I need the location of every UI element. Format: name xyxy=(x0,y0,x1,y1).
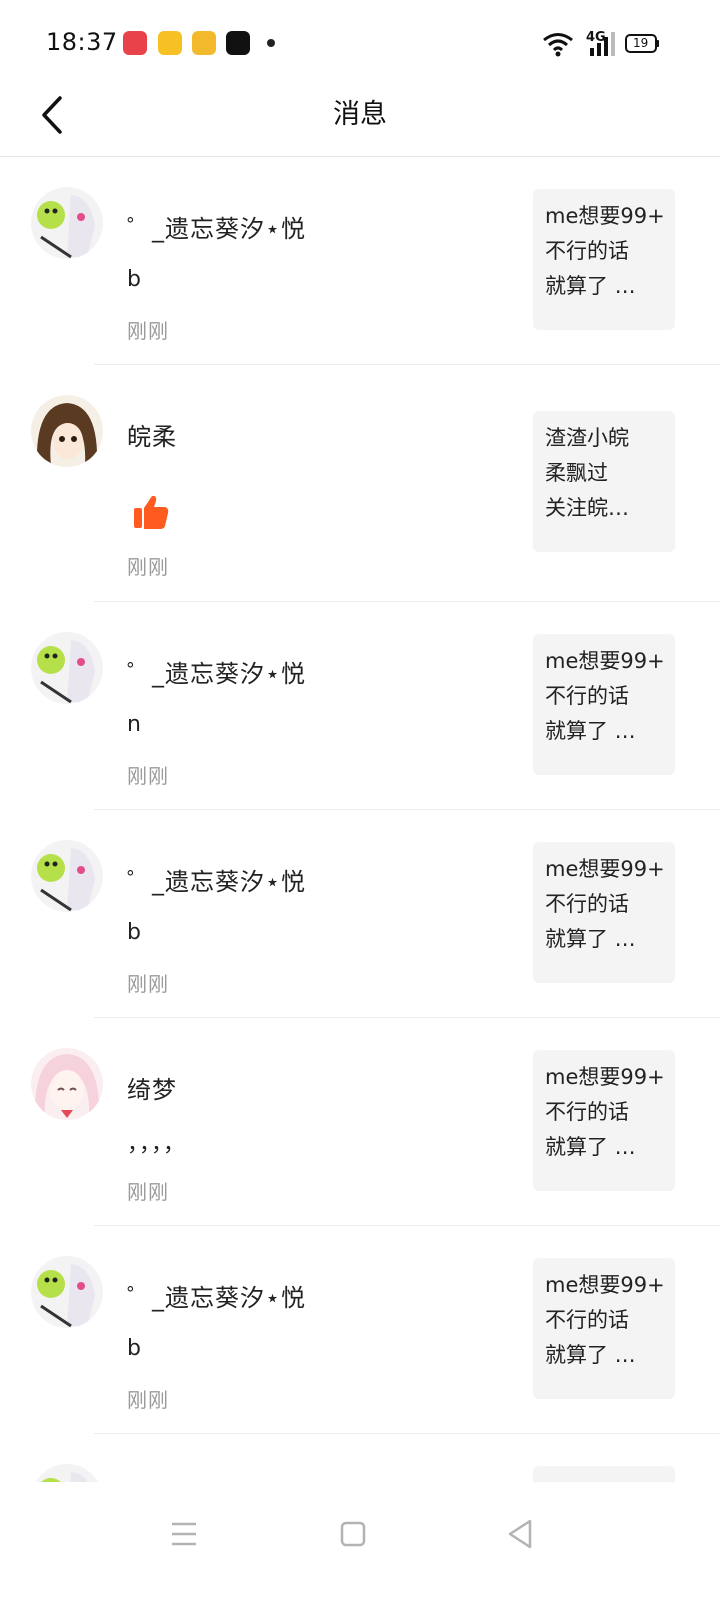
message-time: 刚刚 xyxy=(127,764,169,788)
message-text: b xyxy=(127,1336,142,1361)
preview-line: 渣渣小皖 xyxy=(545,426,629,450)
preview-line: me想要99+ xyxy=(545,204,665,228)
header-bar: 消息 xyxy=(0,86,720,157)
message-time: 刚刚 xyxy=(127,1180,169,1204)
anime-avatar-icon xyxy=(31,187,103,259)
preview-line: 就算了 … xyxy=(545,927,636,951)
preview-line: 柔飘过 xyxy=(545,461,608,485)
message-list[interactable]: ゜_遗忘葵汐⋆悦 b 刚刚 me想要99+ 不行的话 就算了 … 皖柔 刚刚 渣… xyxy=(0,157,720,1482)
preview-line: me想要99+ xyxy=(545,857,665,881)
anime-avatar-icon xyxy=(31,840,103,912)
avatar[interactable] xyxy=(31,187,103,259)
preview-line: 就算了 … xyxy=(545,274,636,298)
status-bar: 18:37 4G 19 xyxy=(0,0,720,86)
avatar[interactable] xyxy=(31,395,103,467)
message-text: n xyxy=(127,712,142,737)
post-preview[interactable]: me想要99+ 不行的话 就算了 … xyxy=(533,634,675,775)
app-notification-icon-1 xyxy=(123,31,147,55)
sender-name: ゜_遗忘葵汐⋆悦 xyxy=(127,660,307,688)
menu-icon[interactable] xyxy=(156,1506,212,1562)
post-preview[interactable]: 渣渣小皖 柔飘过 关注皖… xyxy=(533,411,675,552)
preview-line: 就算了 … xyxy=(545,1343,636,1367)
preview-line: me想要99+ xyxy=(545,649,665,673)
sender-name: ゜_遗忘葵汐⋆悦 xyxy=(127,1284,307,1312)
avatar[interactable] xyxy=(31,632,103,704)
preview-line: 不行的话 xyxy=(545,684,629,708)
post-preview[interactable]: me想要99+ 不行的话 就算了 … xyxy=(533,1258,675,1399)
anime-avatar-icon xyxy=(31,1048,103,1120)
battery-level-label: 19 xyxy=(633,36,649,50)
anime-avatar-icon xyxy=(31,395,103,467)
message-time: 刚刚 xyxy=(127,319,169,343)
preview-line: 就算了 … xyxy=(545,1135,636,1159)
post-preview[interactable]: me想要99+ 不行的话 就算了 … xyxy=(533,842,675,983)
preview-line: 关注皖… xyxy=(545,496,629,520)
preview-line: 不行的话 xyxy=(545,1100,629,1124)
list-item[interactable]: ゜_遗忘葵汐⋆悦 b 刚刚 me想要99+ 不行的话 就算了 … xyxy=(0,810,720,1018)
status-time: 18:37 xyxy=(46,28,118,56)
post-preview[interactable]: me想要99+ 不行的话 就算了 … xyxy=(533,1050,675,1191)
post-preview[interactable] xyxy=(533,1466,675,1482)
thumbs-up-icon xyxy=(134,495,169,529)
sender-name: 皖柔 xyxy=(127,423,177,451)
network-type-label: 4G xyxy=(586,30,606,45)
back-triangle-icon[interactable] xyxy=(493,1506,549,1562)
wifi-icon xyxy=(543,33,573,57)
list-item[interactable]: ゜_遗忘葵汐⋆悦 b 刚刚 me想要99+ 不行的话 就算了 … xyxy=(0,157,720,365)
preview-line: 不行的话 xyxy=(545,892,629,916)
list-item[interactable] xyxy=(0,1434,720,1482)
list-item[interactable]: 皖柔 刚刚 渣渣小皖 柔飘过 关注皖… xyxy=(0,365,720,602)
preview-line: 不行的话 xyxy=(545,1308,629,1332)
sender-name: 绮梦 xyxy=(127,1076,177,1104)
preview-line: 不行的话 xyxy=(545,239,629,263)
page-title: 消息 xyxy=(333,99,387,130)
preview-line: me想要99+ xyxy=(545,1273,665,1297)
anime-avatar-icon xyxy=(31,1464,103,1482)
system-navigation-bar xyxy=(0,1482,720,1600)
avatar[interactable] xyxy=(31,840,103,912)
preview-line: 就算了 … xyxy=(545,719,636,743)
list-item[interactable]: ゜_遗忘葵汐⋆悦 b 刚刚 me想要99+ 不行的话 就算了 … xyxy=(0,1226,720,1434)
sender-name: ゜_遗忘葵汐⋆悦 xyxy=(127,215,307,243)
anime-avatar-icon xyxy=(31,1256,103,1328)
avatar[interactable] xyxy=(31,1464,103,1482)
avatar[interactable] xyxy=(31,1048,103,1120)
app-notification-icon-3 xyxy=(192,31,216,55)
more-notifications-dot xyxy=(267,39,275,47)
anime-avatar-icon xyxy=(31,632,103,704)
post-preview[interactable]: me想要99+ 不行的话 就算了 … xyxy=(533,189,675,330)
list-item[interactable]: ゜_遗忘葵汐⋆悦 n 刚刚 me想要99+ 不行的话 就算了 … xyxy=(0,602,720,810)
preview-line: me想要99+ xyxy=(545,1065,665,1089)
message-text: b xyxy=(127,920,142,945)
sender-name: ゜_遗忘葵汐⋆悦 xyxy=(127,868,307,896)
message-time: 刚刚 xyxy=(127,1388,169,1412)
message-text: b xyxy=(127,267,142,292)
app-notification-icon-2 xyxy=(158,31,182,55)
message-time: 刚刚 xyxy=(127,972,169,996)
list-item[interactable]: 绮梦 ，，，， 刚刚 me想要99+ 不行的话 就算了 … xyxy=(0,1018,720,1226)
home-icon[interactable] xyxy=(325,1506,381,1562)
app-notification-icon-4 xyxy=(226,31,250,55)
message-time: 刚刚 xyxy=(127,555,169,579)
message-text: ，，，， xyxy=(127,1132,187,1157)
avatar[interactable] xyxy=(31,1256,103,1328)
